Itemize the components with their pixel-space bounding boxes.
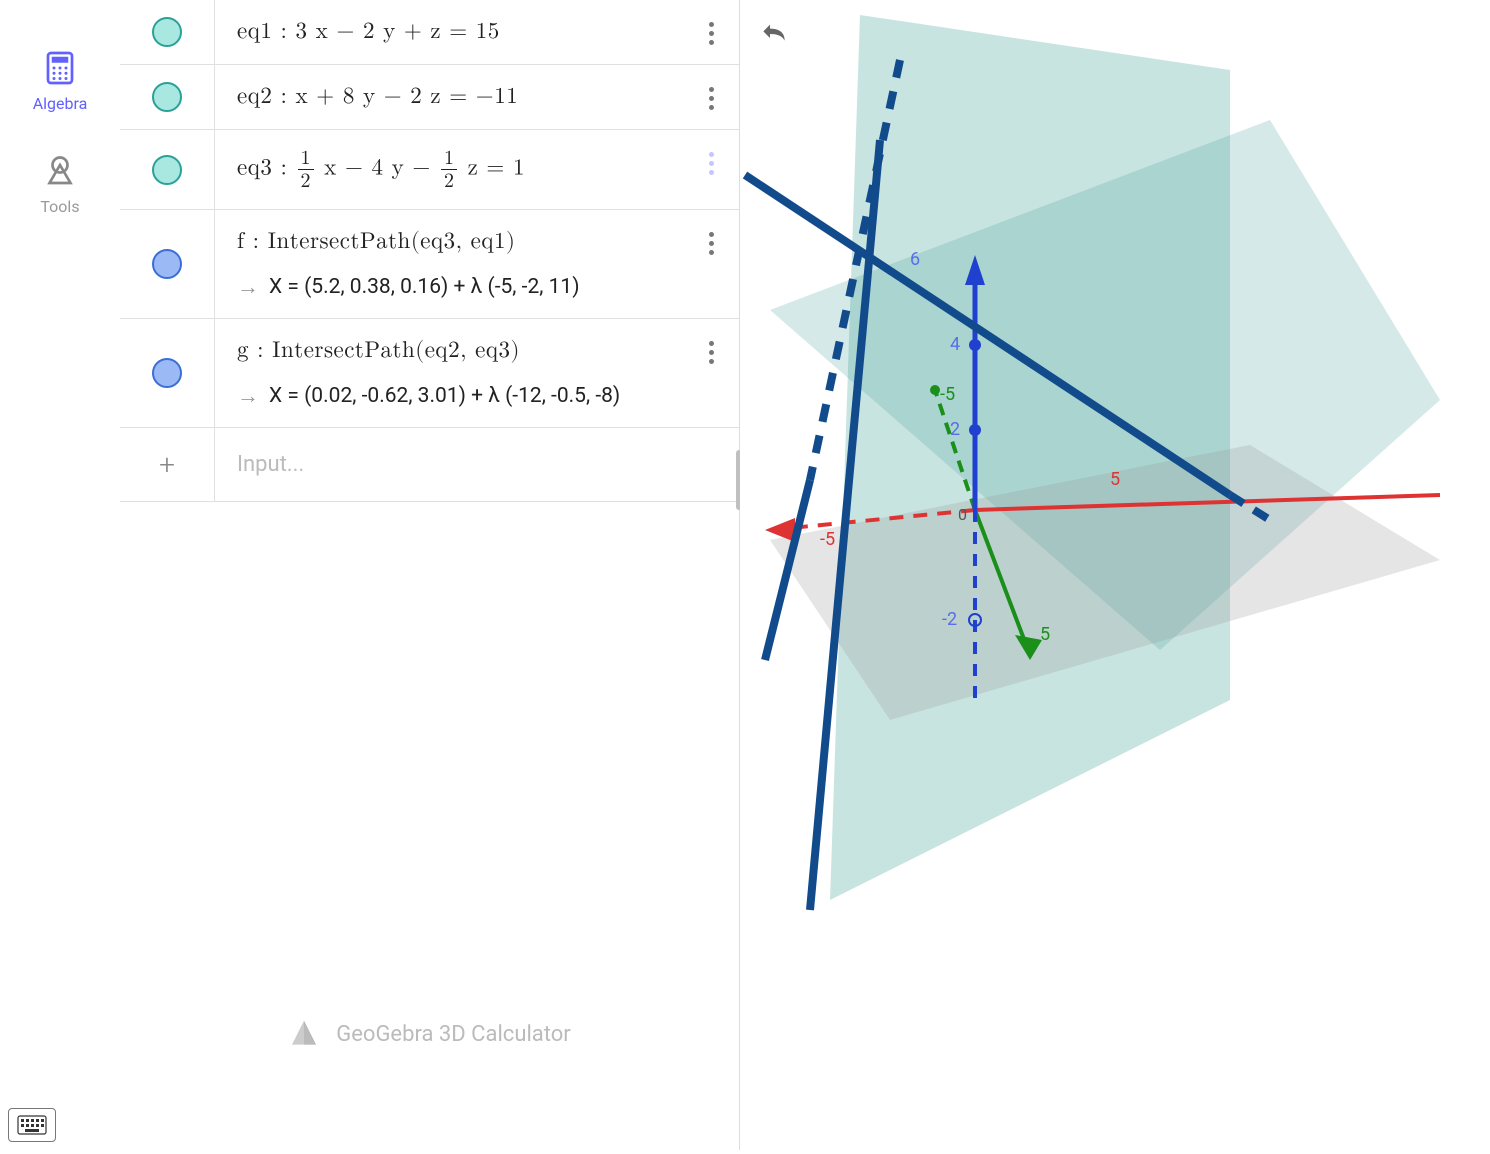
visibility-toggle[interactable] [152,249,182,279]
more-icon [709,232,714,255]
row-menu-button[interactable] [683,130,739,209]
tools-icon [42,153,78,189]
more-icon [709,152,714,175]
visibility-toggle[interactable] [152,17,182,47]
nav-algebra[interactable]: Algebra [33,50,88,113]
more-icon [709,87,714,110]
nav-tools[interactable]: Tools [40,153,79,216]
x-label-n5: -5 [820,529,835,550]
more-icon [709,22,714,45]
visibility-toggle[interactable] [152,155,182,185]
tetrahedron-icon [288,1018,320,1050]
z-label-6: 6 [910,249,920,270]
nav-tools-label: Tools [40,197,79,216]
visibility-toggle[interactable] [152,358,182,388]
viewport-3d[interactable]: 6 4 2 -2 -5 5 -5 5 0 [740,0,1490,1150]
equation-text: f : IntersectPath(eq3, eq1) [237,228,661,256]
x-label-5: 5 [1110,469,1120,490]
left-nav: Algebra Tools [0,0,120,1150]
origin-label: 0 [958,505,967,524]
row-menu-button[interactable] [683,0,739,64]
equation-text: eq2 : x + 8 y − 2 z = −11 [237,83,661,111]
visibility-toggle[interactable] [152,82,182,112]
equation-result: → X = (0.02, -0.62, 3.01) + λ (-12, -0.5… [237,383,661,409]
equation-row[interactable]: eq2 : x + 8 y − 2 z = −11 [120,65,739,130]
input-row[interactable]: + Input... [120,428,739,502]
keyboard-button[interactable] [8,1108,56,1142]
scene-3d: 6 4 2 -2 -5 5 -5 5 0 [740,0,1490,1150]
arrow-icon: → [237,274,259,300]
arrow-icon: → [237,383,259,409]
z-label-4: 4 [950,334,960,355]
input-field[interactable]: Input... [237,452,717,477]
equation-row[interactable]: eq1 : 3 x − 2 y + z = 15 [120,0,739,65]
row-menu-button[interactable] [683,210,739,318]
nav-algebra-label: Algebra [33,94,88,113]
calculator-icon [42,50,78,86]
y-label-n5: -5 [940,384,955,405]
equation-row[interactable]: eq3 : 12 x − 4 y − 12 z = 1 [120,130,739,210]
equation-result: → X = (5.2, 0.38, 0.16) + λ (-5, -2, 11) [237,274,661,300]
undo-button[interactable] [758,18,790,54]
undo-icon [758,18,790,50]
keyboard-icon [17,1115,47,1135]
z-label-2: 2 [950,419,960,440]
equation-row[interactable]: g : IntersectPath(eq2, eq3) → X = (0.02,… [120,319,739,428]
equation-text: eq1 : 3 x − 2 y + z = 15 [237,18,661,46]
more-icon [709,341,714,364]
z-label-n2: -2 [942,609,957,630]
plus-icon: + [159,448,175,481]
equation-row[interactable]: f : IntersectPath(eq3, eq1) → X = (5.2, … [120,210,739,319]
brand-text: GeoGebra 3D Calculator [336,1022,571,1047]
equation-text: g : IntersectPath(eq2, eq3) [237,337,661,365]
algebra-panel: eq1 : 3 x − 2 y + z = 15 eq2 : x + 8 y −… [120,0,740,1150]
row-menu-button[interactable] [683,319,739,427]
row-menu-button[interactable] [683,65,739,129]
footer-brand: GeoGebra 3D Calculator [120,1018,739,1050]
y-label-5: 5 [1040,624,1050,645]
equation-text: eq3 : 12 x − 4 y − 12 z = 1 [237,148,661,191]
